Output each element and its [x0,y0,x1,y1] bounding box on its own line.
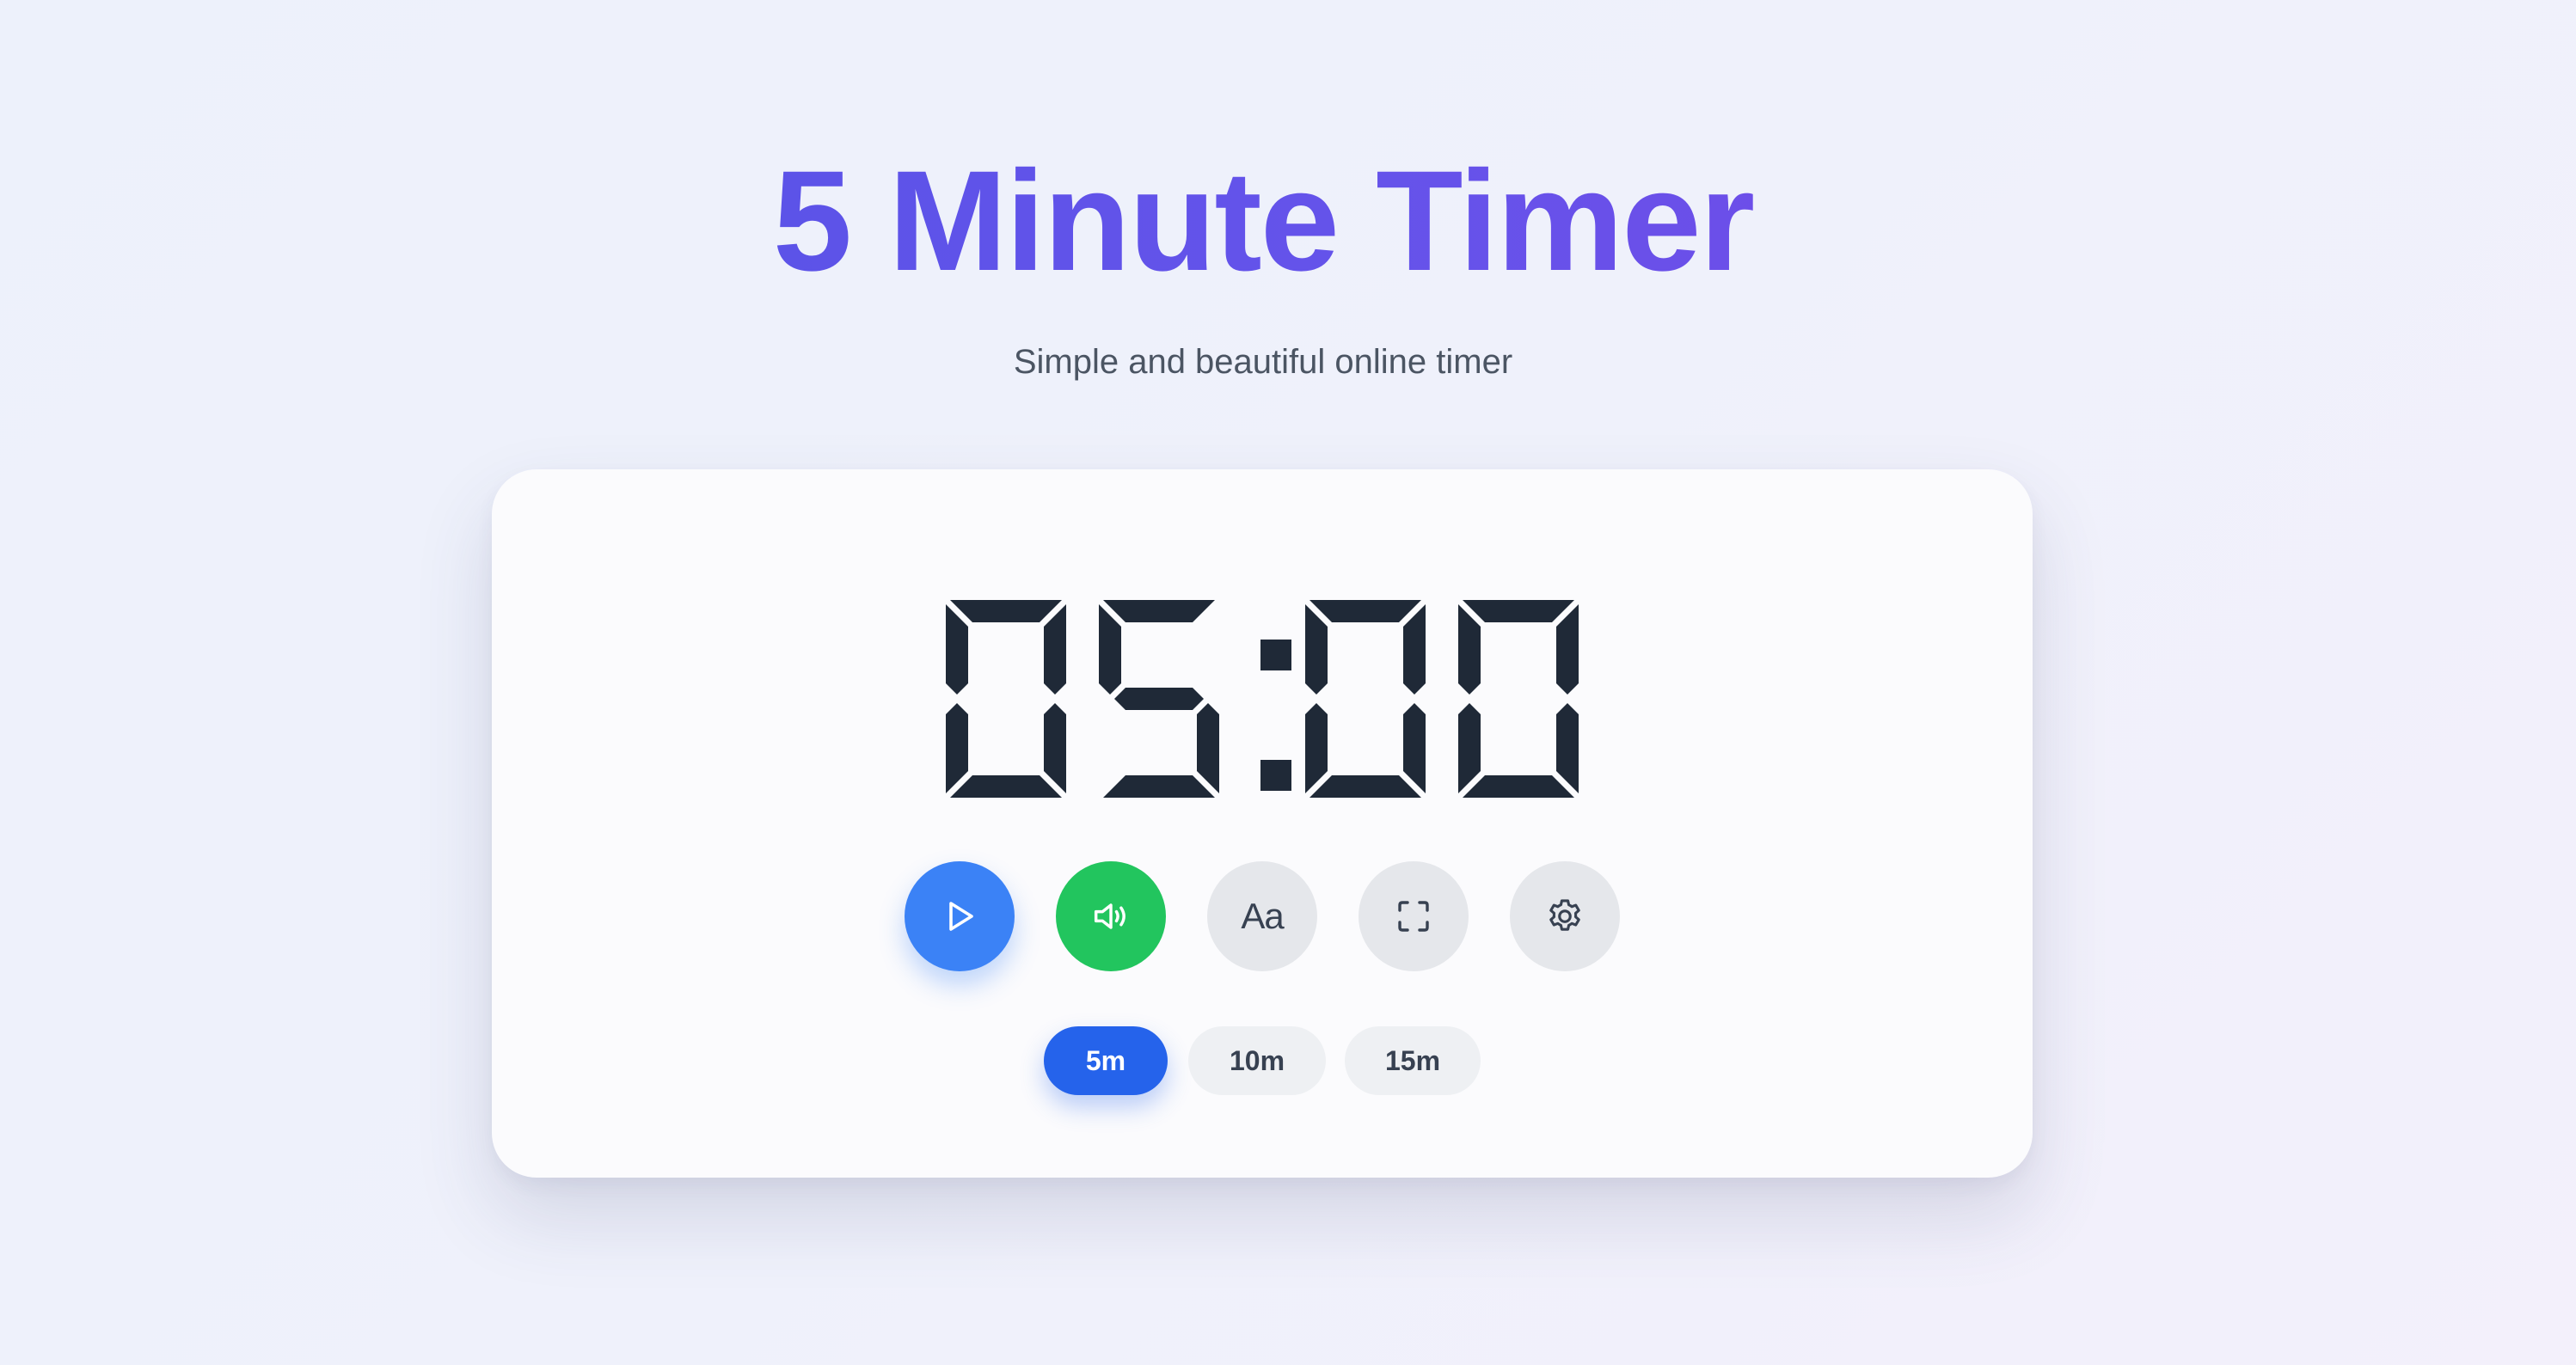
settings-button[interactable] [1510,861,1620,971]
segment-upper-left [946,604,968,695]
segment-upper-left [1305,604,1328,695]
page-title: 5 Minute Timer [0,144,2526,299]
segment-lower-right [1403,703,1426,793]
segment-lower-left [1305,703,1328,793]
segment-upper-right [1403,604,1426,695]
segment-top [1309,600,1421,622]
sound-toggle-button[interactable] [1056,861,1166,971]
segment-bottom [1463,775,1574,798]
segment-middle [1114,688,1204,710]
segment-upper-right [1556,604,1579,695]
segment-top [1463,600,1574,622]
segment-lower-left [1458,703,1481,793]
colon-dot-top [1260,640,1291,670]
digit-1 [1099,600,1219,798]
seven-segment-digits [946,600,1579,798]
speaker-icon [1094,903,1125,929]
font-style-button[interactable]: Aa [1207,861,1317,971]
segment-lower-right [1556,703,1579,793]
preset-buttons: 5m 10m 15m [1044,1026,1508,1095]
preset-10m-button[interactable]: 10m [1188,1026,1326,1095]
gear-icon [1549,899,1580,931]
play-icon [949,902,973,931]
segment-bottom [1103,775,1215,798]
segment-top [950,600,1062,622]
fullscreen-button[interactable] [1359,861,1469,971]
play-button[interactable] [905,861,1015,971]
preset-15m-button[interactable]: 15m [1345,1026,1481,1095]
digit-3 [1458,600,1579,798]
segment-bottom [1309,775,1421,798]
segment-top [1103,600,1215,622]
colon-dot-bottom [1260,760,1291,791]
segment-bottom [950,775,1062,798]
segment-upper-left [1458,604,1481,695]
segment-upper-right [1044,604,1066,695]
timer-controls: Aa [905,861,1620,973]
preset-5m-button[interactable]: 5m [1044,1026,1168,1095]
page-subtitle: Simple and beautiful online timer [1013,343,1513,381]
digit-0 [946,600,1066,798]
fullscreen-icon [1398,901,1429,932]
digit-2 [1305,600,1426,798]
font-icon: Aa [1241,896,1284,936]
timer-display: 05:00 [946,598,1582,799]
segment-upper-left [1099,604,1121,695]
segment-lower-right [1197,703,1219,793]
segment-lower-left [946,703,968,793]
segment-lower-right [1044,703,1066,793]
